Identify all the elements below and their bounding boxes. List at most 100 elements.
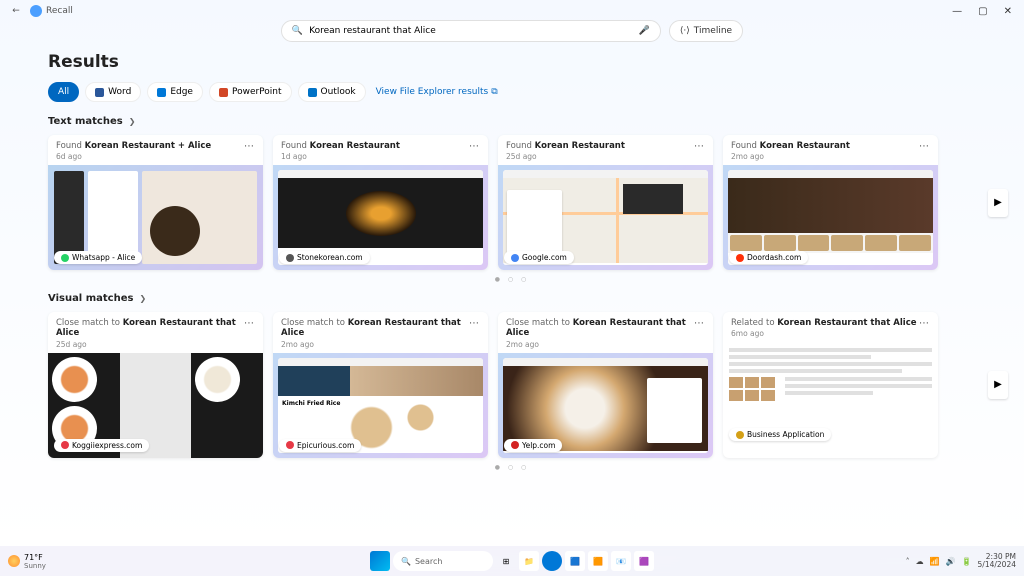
timeline-label: Timeline (694, 26, 732, 36)
card-menu-button[interactable]: ⋯ (694, 141, 705, 152)
source-label: Yelp.com (522, 441, 555, 450)
source-icon (511, 254, 519, 262)
volume-icon[interactable]: 🔊 (946, 557, 956, 566)
text-matches-header[interactable]: Text matches ❯ (48, 116, 976, 127)
pagination-dots: ● ○ ○ (48, 276, 976, 283)
pinned-app[interactable]: 🟧 (588, 551, 608, 571)
pinned-app[interactable]: 📧 (611, 551, 631, 571)
weather-widget[interactable]: 71°F Sunny (8, 553, 46, 570)
start-button[interactable] (370, 551, 390, 571)
filter-row: All Word Edge PowerPoint Outlook View Fi… (48, 82, 976, 102)
card-prefix: Related to (731, 318, 777, 328)
visual-matches-row: Close match to Korean Restaurant that Al… (48, 312, 976, 457)
result-card[interactable]: Close match to Korean Restaurant that Al… (48, 312, 263, 457)
tray-chevron-icon[interactable]: ˄ (906, 557, 910, 566)
filter-powerpoint[interactable]: PowerPoint (209, 82, 292, 102)
search-input[interactable] (309, 26, 633, 36)
card-time: 25d ago (56, 340, 244, 349)
search-bar[interactable]: 🔍 🎤 (281, 20, 661, 42)
pinned-app[interactable]: 📁 (519, 551, 539, 571)
card-prefix: Found (281, 141, 310, 151)
maximize-button[interactable]: ▢ (978, 6, 987, 17)
filter-edge[interactable]: Edge (147, 82, 203, 102)
pinned-app[interactable] (542, 551, 562, 571)
card-title: Korean Restaurant + Alice (85, 141, 212, 151)
result-card[interactable]: Related to Korean Restaurant that Alice … (723, 312, 938, 457)
source-icon (286, 441, 294, 449)
back-button[interactable]: ← (8, 3, 24, 19)
tray-icon[interactable]: ☁ (916, 557, 924, 566)
carousel-next-button[interactable]: ▶ (988, 371, 1008, 399)
card-menu-button[interactable]: ⋯ (469, 318, 480, 329)
file-explorer-link[interactable]: View File Explorer results⧉ (376, 87, 498, 97)
visual-matches-header[interactable]: Visual matches ❯ (48, 293, 976, 304)
card-prefix: Found (506, 141, 535, 151)
card-menu-button[interactable]: ⋯ (244, 318, 255, 329)
card-menu-button[interactable]: ⋯ (919, 141, 930, 152)
search-icon: 🔍 (292, 26, 303, 36)
source-label: Whatsapp - Alice (72, 253, 135, 262)
filter-label: Edge (170, 87, 193, 97)
source-icon (736, 254, 744, 262)
source-chip: Google.com (504, 251, 574, 264)
card-prefix: Close match to (506, 318, 573, 328)
link-label: View File Explorer results (376, 87, 489, 97)
search-label: Search (415, 557, 442, 566)
source-chip: Epicurious.com (279, 439, 361, 452)
text-matches-row: Found Korean Restaurant + Alice 6d ago ⋯… (48, 135, 976, 270)
card-title: Korean Restaurant that Alice (777, 318, 916, 328)
card-prefix: Close match to (56, 318, 123, 328)
date: 5/14/2024 (978, 561, 1016, 569)
section-title: Visual matches (48, 293, 133, 304)
card-time: 1d ago (281, 152, 400, 161)
minimize-button[interactable]: — (952, 6, 962, 17)
source-label: Koggiiexpress.com (72, 441, 142, 450)
card-menu-button[interactable]: ⋯ (919, 318, 930, 329)
result-card[interactable]: Close match to Korean Restaurant that Al… (498, 312, 713, 457)
result-card[interactable]: Close match to Korean Restaurant that Al… (273, 312, 488, 457)
card-time: 6d ago (56, 152, 211, 161)
filter-label: Word (108, 87, 131, 97)
close-button[interactable]: ✕ (1004, 6, 1012, 17)
source-chip: Doordash.com (729, 251, 808, 264)
taskbar-search[interactable]: 🔍 Search (393, 551, 493, 571)
source-icon (736, 431, 744, 439)
result-card[interactable]: Found Korean Restaurant + Alice 6d ago ⋯… (48, 135, 263, 270)
card-menu-button[interactable]: ⋯ (244, 141, 255, 152)
card-title: Korean Restaurant (310, 141, 400, 151)
source-chip: Koggiiexpress.com (54, 439, 149, 452)
carousel-next-button[interactable]: ▶ (988, 189, 1008, 217)
card-thumbnail: Koggiiexpress.com (48, 353, 263, 458)
mic-icon[interactable]: 🎤 (639, 26, 650, 36)
card-time: 2mo ago (731, 152, 850, 161)
clock[interactable]: 2:30 PM 5/14/2024 (978, 553, 1016, 570)
card-prefix: Found (731, 141, 760, 151)
card-thumbnail: Kimchi Fried Rice Epicurious.com (273, 353, 488, 458)
result-card[interactable]: Found Korean Restaurant 1d ago ⋯ Stoneko… (273, 135, 488, 270)
external-icon: ⧉ (491, 87, 497, 97)
search-icon: 🔍 (401, 557, 411, 566)
timeline-icon: ⟨·⟩ (680, 26, 690, 36)
result-card[interactable]: Found Korean Restaurant 25d ago ⋯ Google… (498, 135, 713, 270)
card-time: 2mo ago (506, 340, 694, 349)
pinned-app[interactable]: 🟪 (634, 551, 654, 571)
wifi-icon[interactable]: 📶 (930, 557, 940, 566)
source-label: Stonekorean.com (297, 253, 363, 262)
battery-icon[interactable]: 🔋 (962, 557, 972, 566)
filter-word[interactable]: Word (85, 82, 141, 102)
sun-icon (8, 555, 20, 567)
card-menu-button[interactable]: ⋯ (694, 318, 705, 329)
card-thumbnail: Doordash.com (723, 165, 938, 270)
timeline-button[interactable]: ⟨·⟩ Timeline (669, 20, 743, 42)
source-chip: Whatsapp - Alice (54, 251, 142, 264)
result-card[interactable]: Found Korean Restaurant 2mo ago ⋯ Doorda… (723, 135, 938, 270)
filter-outlook[interactable]: Outlook (298, 82, 366, 102)
app-name: Recall (46, 6, 73, 16)
page-title: Results (48, 52, 976, 72)
card-menu-button[interactable]: ⋯ (469, 141, 480, 152)
filter-all[interactable]: All (48, 82, 79, 102)
source-chip: Stonekorean.com (279, 251, 370, 264)
task-view-icon[interactable]: ⊞ (496, 551, 516, 571)
pinned-app[interactable]: 🟦 (565, 551, 585, 571)
outlook-icon (308, 88, 317, 97)
